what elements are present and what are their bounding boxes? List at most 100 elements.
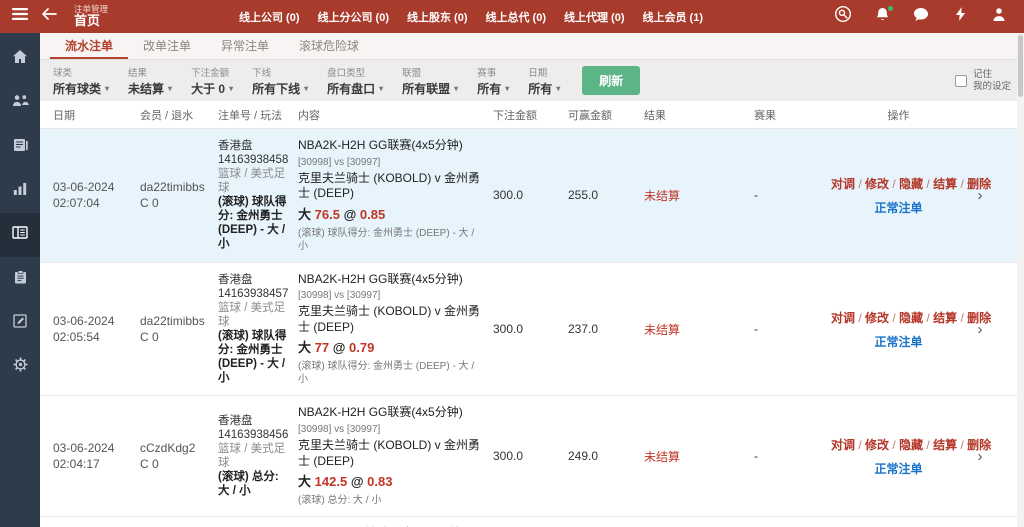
table-row: 03-06-2024 02:05:54 da22timibbs C 0 香港盘 … [40,263,1024,397]
action-swap[interactable]: 对调 [831,311,855,325]
filter-dropdown[interactable]: 下注金额 大于 0 ▾ [191,65,233,97]
cell-date: 03-06-2024 02:07:04 [53,179,140,211]
people-icon [12,94,29,112]
sidebar-item-notes[interactable] [0,301,40,345]
appbar-menu-item[interactable]: 线上公司 (0) [239,9,300,25]
row-expand-chevron[interactable]: › [966,187,994,204]
filter-dropdown[interactable]: 下线 所有下线 ▾ [252,65,308,97]
tab[interactable]: 流水注单 [50,33,128,59]
action-normal-bet[interactable]: 正常注单 [831,460,966,477]
filter-value: 所有球类 [53,80,101,97]
filter-bar: 球类 所有球类 ▾ 结果 未结算 ▾ 下注金额 [40,60,1024,101]
filter-value: 大于 0 [191,80,225,97]
pick-detail: (滚球) 总分: 大 / 小 [298,494,481,507]
tab[interactable]: 异常注单 [206,33,284,59]
filter-dropdown[interactable]: 盘口类型 所有盘口 ▾ [327,65,383,97]
cell-content: NBA2K-H2H GG联赛(4x5分钟) [30998] vs [30997]… [298,405,493,507]
user-icon [992,7,1006,27]
search-icon [834,5,852,28]
home-icon [12,49,28,69]
remember-checkbox[interactable] [955,75,967,87]
action-swap[interactable]: 对调 [831,177,855,191]
filter-value: 所有联盟 [402,80,450,97]
refresh-button[interactable]: 刷新 [582,66,640,95]
table-row: 03-06-2024 02:07:04 da22timibbs C 0 香港盘 … [40,129,1024,263]
arrow-left-icon [41,7,57,26]
gear-icon [13,357,28,377]
col-header-member: 会员 / 退水 [140,107,218,123]
news-icon [13,138,28,157]
tab[interactable]: 改单注单 [128,33,206,59]
cell-winnable-amount: 237.0 [568,322,644,336]
messages-button[interactable] [912,8,930,26]
action-hide[interactable]: 隐藏 [899,438,923,452]
cell-content: NBA2K-H2H GG联赛(4x5分钟) [30998] vs [30997]… [298,138,493,253]
appbar-menu-item[interactable]: 线上总代 (0) [486,9,547,25]
action-hide[interactable]: 隐藏 [899,177,923,191]
filter-label: 联盟 [402,65,458,79]
sidebar-item-bet-orders[interactable] [0,213,40,257]
action-normal-bet[interactable]: 正常注单 [831,199,966,216]
play-type: (滚球) 总分: 大 / 小 [218,470,292,498]
appbar-menu-item[interactable]: 线上代理 (0) [564,9,625,25]
sidebar-item-ledger[interactable] [0,257,40,301]
filter-dropdown[interactable]: 球类 所有球类 ▾ [53,65,109,97]
cell-result: 未结算 [644,321,754,338]
sidebar-item-statistics[interactable] [0,169,40,213]
action-normal-bet[interactable]: 正常注单 [831,333,966,350]
pick-line: 大 76.5 @ 0.85 [298,207,481,224]
filter-dropdown[interactable]: 联盟 所有联盟 ▾ [402,65,458,97]
menu-button[interactable] [12,7,28,26]
sidebar-item-members[interactable] [0,81,40,125]
scrollbar-thumb[interactable] [1018,35,1023,97]
appbar-menu-item[interactable]: 线上股东 (0) [407,9,468,25]
sidebar-item-reports[interactable] [0,125,40,169]
vertical-scrollbar[interactable] [1017,33,1024,527]
action-modify[interactable]: 修改 [865,177,889,191]
bar-chart-icon [13,182,27,200]
back-button[interactable] [41,7,57,26]
cell-result: 未结算 [644,187,754,204]
filter-dropdown[interactable]: 赛事 所有 ▾ [477,65,509,97]
appbar-menu-item[interactable]: 线上分公司 (0) [318,9,390,25]
filter-value: 未结算 [128,80,164,97]
cell-score: - [754,322,831,336]
appbar-menu: 线上公司 (0) 线上分公司 (0) 线上股东 (0) 线上总代 (0) 线上代… [121,9,821,25]
cell-member: cCzdKdg2 C 0 [140,440,218,472]
sidebar-item-settings[interactable] [0,345,40,389]
filters: 球类 所有球类 ▾ 结果 未结算 ▾ 下注金额 [53,65,560,97]
tab[interactable]: 滚球危险球 [284,33,374,59]
action-swap[interactable]: 对调 [831,438,855,452]
match-ids: [30998] vs [30997] [298,289,481,302]
cell-member: da22timibbs C 0 [140,179,218,211]
remember-settings[interactable]: 记住 我的设定 [955,69,1011,93]
teams: 克里夫兰骑士 (KOBOLD) v 金州勇士 (DEEP) [298,438,481,469]
notifications-button[interactable] [873,8,891,26]
sidebar-item-home[interactable] [0,37,40,81]
appbar-menu-item[interactable]: 线上会员 (1) [643,9,704,25]
cell-date: 03-06-2024 02:05:54 [53,313,140,345]
action-settle[interactable]: 结算 [933,177,957,191]
filter-dropdown[interactable]: 结果 未结算 ▾ [128,65,172,97]
action-settle[interactable]: 结算 [933,311,957,325]
row-expand-chevron[interactable]: › [966,448,994,465]
filter-dropdown[interactable]: 日期 所有 ▾ [528,65,560,97]
activity-button[interactable] [951,8,969,26]
action-hide[interactable]: 隐藏 [899,311,923,325]
chevron-down-icon: ▾ [168,84,172,93]
bet-id: 14163938458 [218,153,292,167]
account-button[interactable] [990,8,1008,26]
search-button[interactable] [834,8,852,26]
sidebar [0,33,40,527]
bet-id: 14163938456 [218,428,292,442]
sport-type: 篮球 / 美式足球 [218,167,292,195]
action-modify[interactable]: 修改 [865,438,889,452]
filter-value: 所有下线 [252,80,300,97]
cell-bet-amount: 300.0 [493,449,568,463]
sport-type: 篮球 / 美式足球 [218,442,292,470]
action-settle[interactable]: 结算 [933,438,957,452]
row-expand-chevron[interactable]: › [966,321,994,338]
league-name: NBA2K-H2H GG联赛(4x5分钟) [298,138,481,154]
pick-line: 大 142.5 @ 0.83 [298,474,481,491]
action-modify[interactable]: 修改 [865,311,889,325]
